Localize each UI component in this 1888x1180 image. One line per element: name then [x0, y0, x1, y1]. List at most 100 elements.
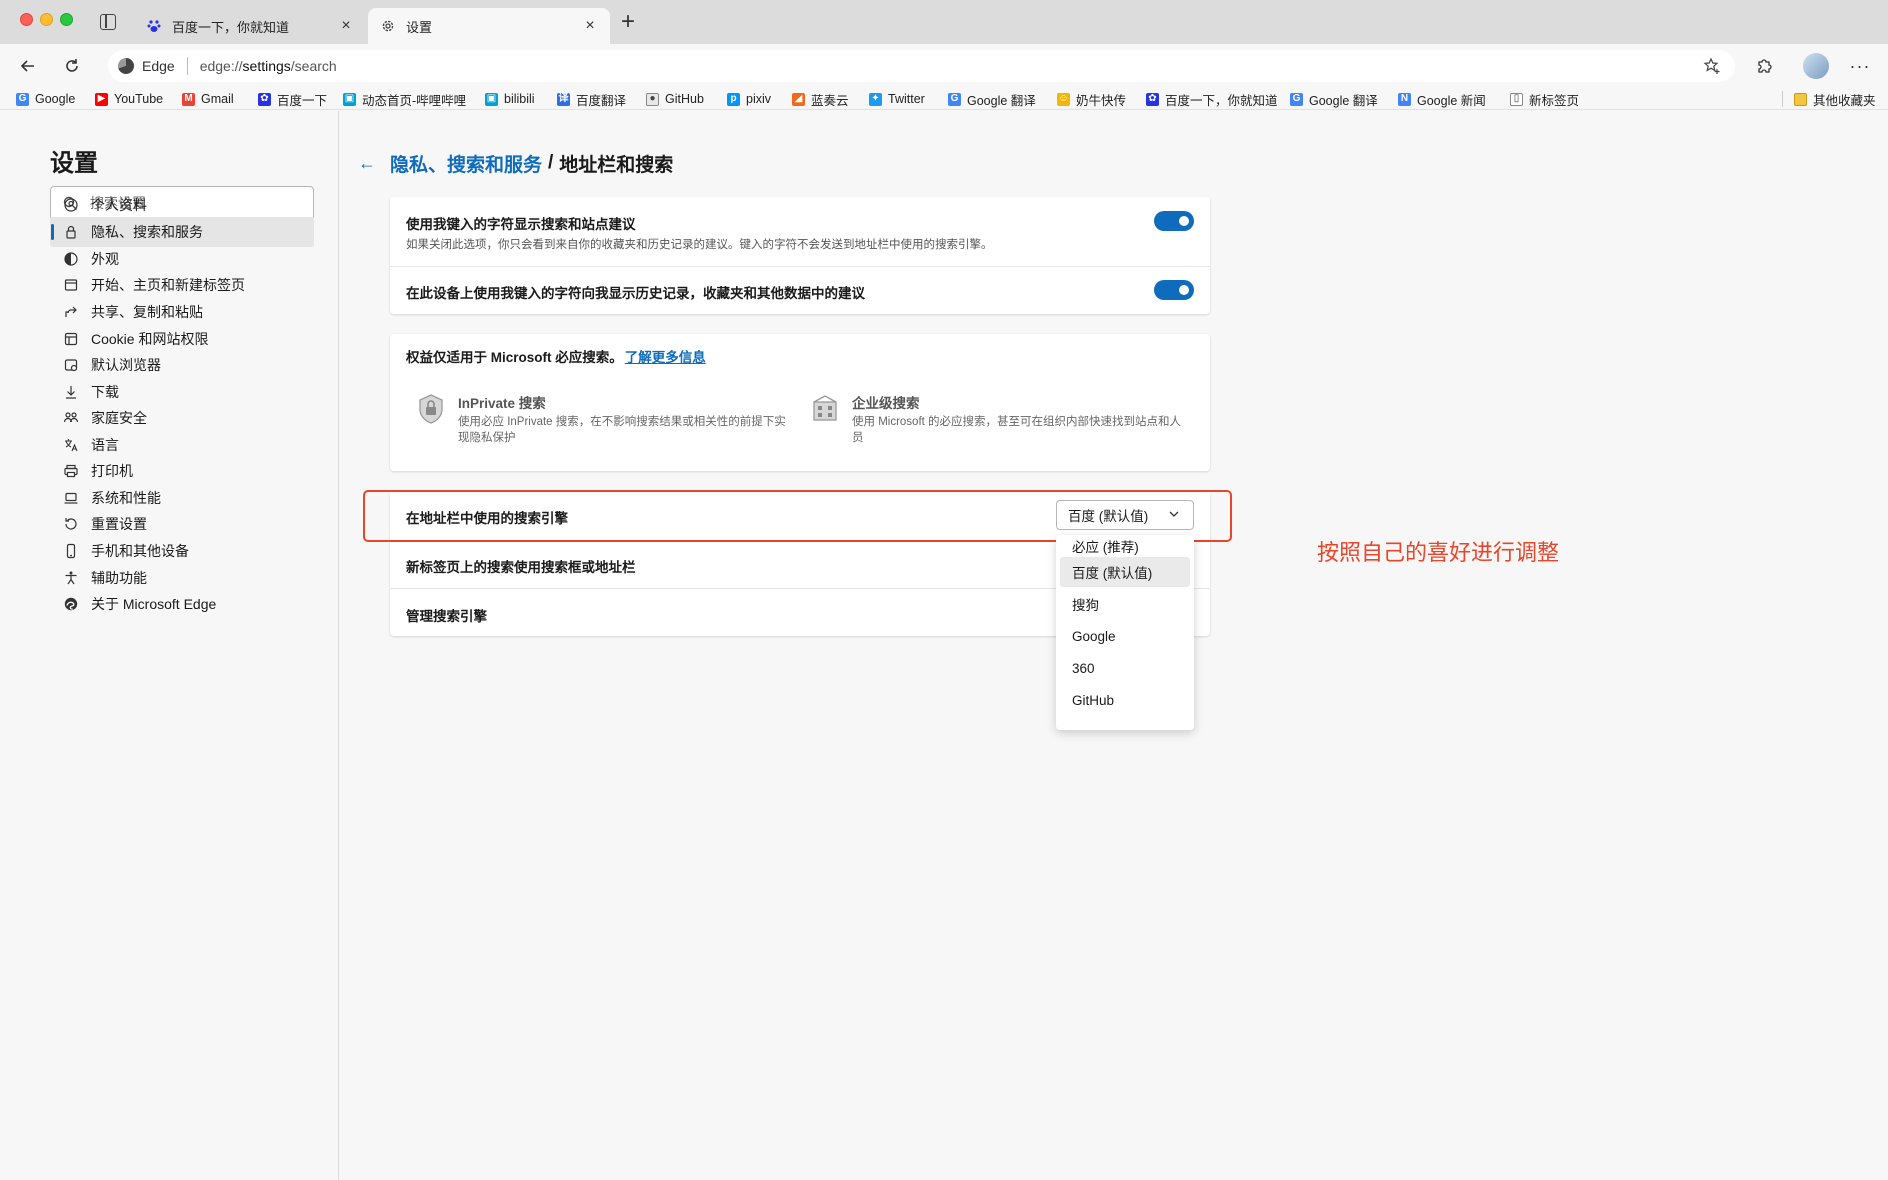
- bookmark-item[interactable]: G Google 翻译: [1290, 91, 1378, 108]
- edge-icon: [118, 58, 134, 74]
- newtab-search-label[interactable]: 新标签页上的搜索使用搜索框或地址栏: [406, 556, 636, 576]
- zoom-window-button[interactable]: [60, 13, 73, 26]
- bookmark-item[interactable]: p pixiv: [727, 91, 771, 107]
- close-tab-icon[interactable]: ×: [338, 17, 354, 35]
- bookmark-item[interactable]: ▣ bilibili: [485, 91, 535, 107]
- new-tab-button[interactable]: +: [616, 10, 640, 34]
- more-menu-icon[interactable]: ···: [1848, 54, 1872, 78]
- bing-benefits-card: 权益仅适用于 Microsoft 必应搜索。 了解更多信息 InPrivate 搜…: [390, 334, 1210, 471]
- tab-settings[interactable]: 设置 ×: [368, 8, 610, 44]
- bookmarks-divider: [1782, 91, 1783, 107]
- sidebar-item-phone[interactable]: 手机和其他设备: [50, 536, 314, 566]
- divider: [390, 266, 1210, 267]
- bookmark-item[interactable]: G Google: [16, 91, 75, 107]
- lock-icon: [63, 224, 79, 240]
- sidebar-item-family[interactable]: 家庭安全: [50, 403, 314, 433]
- learn-more-link[interactable]: 了解更多信息: [625, 350, 706, 365]
- other-bookmarks-folder[interactable]: 其他收藏夹: [1794, 91, 1876, 108]
- bookmark-item[interactable]: ◢ 蓝奏云: [792, 91, 849, 108]
- url-text[interactable]: edge://settings/search: [200, 58, 337, 74]
- bookmark-label: 百度一下，你就知道: [1165, 93, 1278, 108]
- dropdown-option[interactable]: Google: [1060, 621, 1190, 651]
- back-arrow-icon[interactable]: ←: [358, 153, 376, 174]
- bilibili-icon: ▣: [485, 92, 498, 106]
- profile-icon: [63, 197, 79, 213]
- bookmark-item[interactable]: ✦ Twitter: [869, 91, 925, 107]
- cow-icon: ☺: [1057, 92, 1070, 106]
- sidebar-item-home[interactable]: 开始、主页和新建标签页: [50, 270, 314, 300]
- home-icon: [63, 277, 79, 293]
- browser-toolbar: Edge edge://settings/search ···: [0, 44, 1888, 88]
- bookmark-item[interactable]: M Gmail: [182, 91, 234, 107]
- sidebar-item-label: 默认浏览器: [91, 357, 161, 373]
- bookmark-item[interactable]: N Google 新闻: [1398, 91, 1486, 108]
- sidebar-item-lock[interactable]: 隐私、搜索和服务: [50, 217, 314, 247]
- refresh-button[interactable]: [60, 54, 84, 78]
- sidebar-item-reset[interactable]: 重置设置: [50, 509, 314, 539]
- sidebar-item-label: 重置设置: [91, 516, 147, 532]
- annotation-text: 按照自己的喜好进行调整: [1317, 540, 1560, 565]
- bookmark-label: Google 新闻: [1417, 93, 1486, 108]
- close-window-button[interactable]: [20, 13, 33, 26]
- enterprise-building-icon: [813, 395, 837, 421]
- suggest-toggle[interactable]: [1154, 211, 1194, 231]
- sidebar-item-label: 家庭安全: [91, 410, 147, 426]
- bookmark-item[interactable]: G Google 翻译: [948, 91, 1036, 108]
- sidebar-item-edge[interactable]: 关于 Microsoft Edge: [50, 589, 314, 619]
- bookmark-label: GitHub: [665, 92, 704, 106]
- breadcrumb-parent-link[interactable]: 隐私、搜索和服务: [390, 150, 542, 177]
- bookmark-label: Google 翻译: [967, 93, 1036, 108]
- github-icon: ●: [646, 92, 659, 106]
- suggest-setting-title: 使用我键入的字符显示搜索和站点建议: [406, 217, 636, 232]
- history-toggle[interactable]: [1154, 280, 1194, 300]
- bookmark-item[interactable]: ▶ YouTube: [95, 91, 163, 107]
- google-news-icon: N: [1398, 92, 1411, 106]
- dropdown-option[interactable]: GitHub: [1060, 685, 1190, 715]
- add-favorite-icon[interactable]: [1703, 57, 1721, 75]
- tab-actions-icon[interactable]: [100, 14, 116, 30]
- bookmark-item[interactable]: ▯ 新标签页: [1510, 91, 1580, 108]
- sidebar-item-label: 共享、复制和粘贴: [91, 304, 203, 320]
- browser-icon: [63, 357, 79, 373]
- bookmark-label: Gmail: [201, 92, 234, 106]
- baidu-paw-icon: [146, 18, 162, 34]
- minimize-window-button[interactable]: [40, 13, 53, 26]
- bookmark-item[interactable]: ✿ 百度一下，你就知道: [1146, 91, 1278, 108]
- sidebar-item-label: 下载: [91, 384, 119, 400]
- dropdown-option[interactable]: 搜狗: [1060, 589, 1190, 619]
- search-engine-dropdown: 必应 (推荐) 百度 (默认值) 搜狗 Google 360 GitHub: [1056, 535, 1194, 730]
- sidebar-item-printer[interactable]: 打印机: [50, 456, 314, 486]
- sidebar-item-profile[interactable]: 个人资料: [50, 190, 314, 220]
- tab-title: 设置: [406, 19, 433, 35]
- reset-icon: [63, 516, 79, 532]
- sidebar-item-label: 系统和性能: [91, 490, 161, 506]
- manage-search-engines-label[interactable]: 管理搜索引擎: [406, 605, 487, 625]
- dropdown-option[interactable]: 百度 (默认值): [1060, 557, 1190, 587]
- enterprise-description: 使用 Microsoft 的必应搜索，甚至可在组织内部快速找到站点和人员: [852, 416, 1182, 444]
- bookmark-item[interactable]: ● GitHub: [646, 91, 704, 107]
- bookmark-item[interactable]: ✿ 百度一下: [258, 91, 327, 108]
- back-button[interactable]: [16, 54, 40, 78]
- settings-title: 设置: [50, 150, 98, 177]
- bookmark-label: 新标签页: [1529, 93, 1580, 108]
- site-label: Edge: [142, 58, 175, 74]
- bookmark-label: pixiv: [746, 92, 772, 106]
- extensions-icon[interactable]: [1752, 54, 1776, 78]
- dropdown-option[interactable]: 360: [1060, 653, 1190, 683]
- benefits-text: 权益仅适用于 Microsoft 必应搜索。: [406, 350, 623, 365]
- profile-avatar[interactable]: [1803, 53, 1829, 79]
- bookmark-item[interactable]: 译百度翻译: [557, 91, 626, 108]
- close-tab-icon[interactable]: ×: [582, 17, 598, 35]
- sidebar-item-browser[interactable]: 默认浏览器: [50, 350, 314, 380]
- sidebar-item-label: 个人资料: [91, 197, 147, 213]
- tab-baidu[interactable]: 百度一下，你就知道 ×: [134, 8, 366, 44]
- bookmark-item[interactable]: ☺ 奶牛快传: [1057, 91, 1126, 108]
- address-bar[interactable]: Edge edge://settings/search: [108, 50, 1735, 82]
- sidebar-item-share[interactable]: 共享、复制和粘贴: [50, 297, 314, 327]
- page-icon: ▯: [1510, 92, 1523, 106]
- gear-icon: [380, 18, 396, 34]
- enterprise-title: 企业级搜索: [852, 396, 920, 411]
- lanzou-icon: ◢: [792, 92, 805, 106]
- bookmark-item[interactable]: ▣ 动态首页-哔哩哔哩: [343, 91, 466, 108]
- sidebar-item-label: 语言: [91, 437, 119, 453]
